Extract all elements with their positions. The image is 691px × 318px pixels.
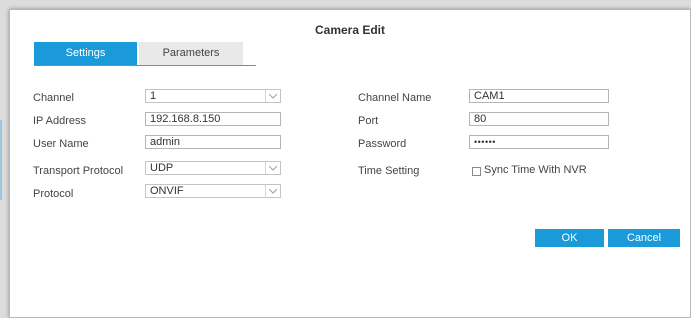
chevron-down-icon (265, 162, 280, 174)
tab-settings[interactable]: Settings (34, 42, 137, 65)
password-input[interactable]: •••••• (469, 135, 609, 149)
ok-button[interactable]: OK (535, 229, 604, 247)
sync-time-checkbox[interactable] (472, 167, 481, 176)
transport-protocol-label: Transport Protocol (33, 165, 124, 177)
sync-time-label[interactable]: Sync Time With NVR (484, 164, 587, 176)
protocol-label: Protocol (33, 188, 74, 200)
channel-name-input[interactable] (469, 89, 609, 103)
transport-protocol-select[interactable]: UDP (145, 161, 281, 175)
chevron-down-icon (265, 90, 280, 102)
cancel-button[interactable]: Cancel (608, 229, 680, 247)
background-edge (0, 120, 2, 200)
channel-value: 1 (150, 90, 157, 102)
password-label: Password (358, 138, 407, 150)
chevron-down-icon (265, 185, 280, 197)
user-name-input[interactable] (145, 135, 281, 149)
dialog-title: Camera Edit (314, 23, 386, 37)
protocol-select[interactable]: ONVIF (145, 184, 281, 198)
tab-parameters[interactable]: Parameters (139, 42, 243, 65)
camera-edit-dialog: Camera Edit Settings Parameters Channel … (9, 9, 691, 318)
ip-address-input[interactable] (145, 112, 281, 126)
tab-divider (34, 65, 256, 66)
port-input[interactable] (469, 112, 609, 126)
channel-label: Channel (33, 92, 74, 104)
time-setting-label: Time Setting (358, 165, 420, 177)
channel-name-label: Channel Name (358, 92, 432, 104)
protocol-value: ONVIF (150, 185, 184, 197)
port-label: Port (358, 115, 379, 127)
transport-protocol-value: UDP (150, 162, 174, 174)
channel-select[interactable]: 1 (145, 89, 281, 103)
ip-address-label: IP Address (33, 115, 86, 127)
user-name-label: User Name (33, 138, 89, 150)
